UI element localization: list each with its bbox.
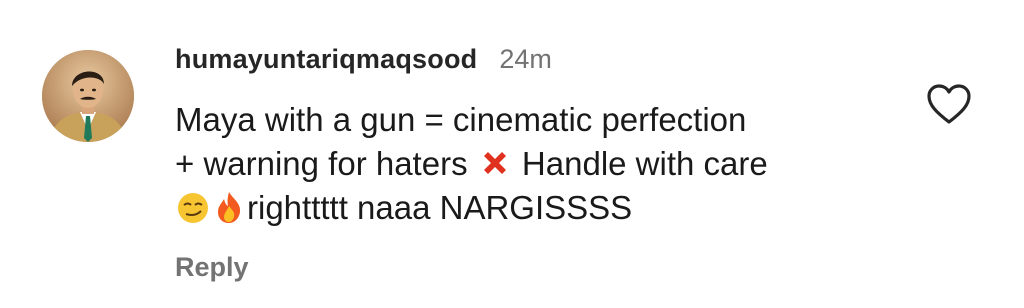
comment-text-segment: Handle with care bbox=[521, 145, 768, 182]
comment-meta: humayuntariqmaqsood 24m bbox=[175, 44, 915, 84]
reply-button[interactable]: Reply bbox=[175, 252, 915, 283]
cross-mark-icon bbox=[477, 145, 513, 181]
fire-icon bbox=[211, 189, 247, 225]
comment-text-segment: + warning for haters bbox=[175, 145, 468, 182]
smirking-face-icon bbox=[175, 189, 211, 225]
heart-outline-icon[interactable] bbox=[926, 83, 972, 125]
comment-item: humayuntariqmaqsood 24m Maya with a gun … bbox=[0, 0, 1024, 308]
comment-text-line-3: righttttt naaa NARGISSSS bbox=[175, 186, 915, 230]
comment-text-segment: righttttt naaa NARGISSSS bbox=[247, 189, 633, 226]
comment-timestamp: 24m bbox=[499, 44, 552, 74]
comment-text: Maya with a gun = cinematic perfection +… bbox=[175, 98, 915, 230]
profile-photo-icon bbox=[42, 50, 134, 142]
comment-body: humayuntariqmaqsood 24m Maya with a gun … bbox=[175, 44, 915, 283]
username-link[interactable]: humayuntariqmaqsood bbox=[175, 44, 477, 75]
comment-text-line-2: + warning for haters Handle with care bbox=[175, 142, 915, 186]
avatar[interactable] bbox=[42, 50, 134, 142]
comment-text-line-1: Maya with a gun = cinematic perfection bbox=[175, 101, 747, 138]
